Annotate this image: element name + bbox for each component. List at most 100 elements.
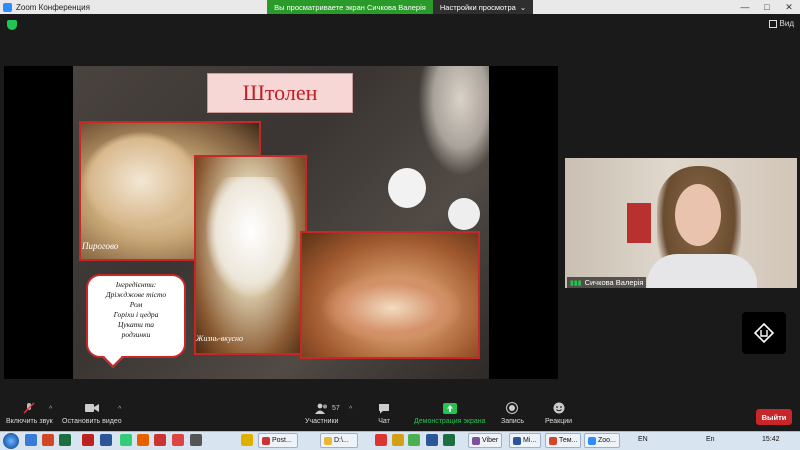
app-icon[interactable]: [241, 434, 253, 446]
emoji-reaction-icon: [552, 402, 566, 414]
folder-icon: [324, 436, 332, 445]
app-icon[interactable]: [82, 434, 94, 446]
ingredient-item: Ром: [129, 300, 143, 309]
ingredients-bubble: Інгредієнти: Дріжджове тісто Ром Горіхи …: [86, 274, 186, 358]
chevron-down-icon: ⌄: [519, 2, 527, 12]
ingredient-item: Горіхи і цедра: [113, 310, 159, 319]
audio-options-caret[interactable]: ^: [49, 406, 52, 413]
video-options-caret[interactable]: ^: [118, 406, 121, 413]
photo-watermark: Жизнь-вкусно: [196, 334, 244, 343]
app-icon[interactable]: [392, 434, 404, 446]
window-controls: — □ ✕: [734, 0, 800, 14]
taskbar-task-viber[interactable]: Viber: [468, 433, 502, 448]
grid-icon: [768, 19, 777, 28]
chat-label: Чат: [378, 418, 390, 425]
view-button[interactable]: Вид: [768, 19, 794, 28]
language-indicator[interactable]: EN: [638, 436, 648, 443]
stop-video-button[interactable]: Остановить видео: [62, 402, 122, 425]
taskbar-task-word[interactable]: Mi...: [509, 433, 541, 448]
word-icon[interactable]: [100, 434, 112, 446]
egg-image: [388, 168, 426, 208]
participant-shirt: [647, 254, 757, 288]
view-label: Вид: [779, 19, 794, 28]
flour-bowl-image: [418, 66, 489, 176]
participants-icon: [314, 402, 329, 414]
ingredient-item: Дріжджове тісто: [105, 290, 167, 299]
muted-microphone-icon: [22, 402, 36, 414]
word-icon[interactable]: [426, 434, 438, 446]
stollen-photo: [194, 155, 307, 355]
expand-video-button[interactable]: [742, 312, 786, 354]
ingredient-item: родзинки: [121, 330, 151, 339]
photo-caption: Пирогово: [82, 241, 119, 251]
signal-strength-icon: ▮▮▮: [570, 279, 582, 287]
view-settings-button[interactable]: Настройки просмотра ⌄: [433, 0, 533, 14]
wall-picture: [627, 203, 651, 243]
maximize-button[interactable]: □: [756, 0, 778, 14]
viber-icon: [472, 436, 480, 445]
video-camera-icon: [84, 402, 99, 414]
slide-title: Штолен: [207, 73, 353, 113]
zoom-app-icon: [3, 2, 12, 12]
app-icon[interactable]: [154, 434, 166, 446]
file-explorer-icon[interactable]: [25, 434, 37, 446]
participants-count: 57: [332, 405, 340, 412]
participants-label: Участники: [305, 418, 339, 425]
minimize-button[interactable]: —: [734, 0, 756, 14]
taskbar-task-topic[interactable]: Тем...: [545, 433, 581, 448]
app-icon: [262, 436, 270, 445]
share-screen-button[interactable]: Демонстрация экрана: [414, 402, 486, 425]
egg-image: [448, 198, 480, 230]
record-icon: [505, 402, 519, 414]
participant-video[interactable]: [565, 158, 797, 288]
task-label: Viber: [482, 437, 499, 444]
app-icon[interactable]: [172, 434, 184, 446]
window-title: Zoom Конференция: [16, 2, 90, 12]
system-clock[interactable]: 15:42: [762, 436, 780, 443]
taskbar-task-zoom[interactable]: Zoo...: [584, 433, 620, 448]
keyboard-layout-indicator[interactable]: En: [706, 436, 715, 443]
word-icon: [513, 436, 521, 445]
record-label: Запись: [501, 418, 524, 425]
participant-face: [675, 184, 721, 246]
participant-name-label: ▮▮▮ Сичкова Валерія: [567, 277, 647, 288]
powerpoint-icon: [549, 436, 557, 445]
share-screen-icon: [442, 402, 457, 414]
app-icon[interactable]: [190, 434, 202, 446]
expand-icon: [753, 322, 775, 344]
taskbar-task-folder[interactable]: D:\...: [320, 433, 358, 448]
leave-meeting-button[interactable]: Выйти: [756, 409, 792, 425]
firefox-icon[interactable]: [137, 434, 149, 446]
task-label: D:\...: [334, 437, 349, 444]
ingredients-heading: Інгредієнти:: [115, 280, 157, 289]
app-icon[interactable]: [120, 434, 132, 446]
excel-icon[interactable]: [443, 434, 455, 446]
shield-icon[interactable]: [7, 20, 17, 30]
excel-icon[interactable]: [59, 434, 71, 446]
unmute-label: Включить звук: [6, 418, 53, 425]
powerpoint-icon[interactable]: [42, 434, 54, 446]
reactions-button[interactable]: Реакции: [545, 402, 572, 425]
ingredient-item: Цукати та: [117, 320, 155, 329]
participants-options-caret[interactable]: ^: [349, 406, 352, 413]
participant-name: Сичкова Валерія: [584, 278, 644, 287]
view-settings-label: Настройки просмотра: [439, 2, 516, 12]
unmute-button[interactable]: Включить звук: [6, 402, 53, 425]
reactions-label: Реакции: [545, 418, 573, 425]
taskbar-task-post[interactable]: Post...: [258, 433, 298, 448]
stop-video-label: Остановить видео: [62, 418, 122, 425]
chat-button[interactable]: Чат: [377, 402, 391, 425]
meeting-topbar: [0, 14, 800, 36]
record-button[interactable]: Запись: [501, 402, 524, 425]
zoom-app-icon: [588, 436, 596, 445]
start-button-icon[interactable]: [3, 433, 19, 449]
close-button[interactable]: ✕: [778, 0, 800, 14]
stollen-slice-photo: [300, 231, 480, 359]
task-label: Post...: [272, 437, 292, 444]
task-label: Mi...: [523, 437, 537, 444]
app-icon[interactable]: [375, 434, 387, 446]
chat-bubble-icon: [377, 402, 391, 414]
task-label: Zoo...: [598, 437, 616, 444]
chrome-icon[interactable]: [408, 434, 420, 446]
share-screen-label: Демонстрация экрана: [414, 418, 486, 425]
